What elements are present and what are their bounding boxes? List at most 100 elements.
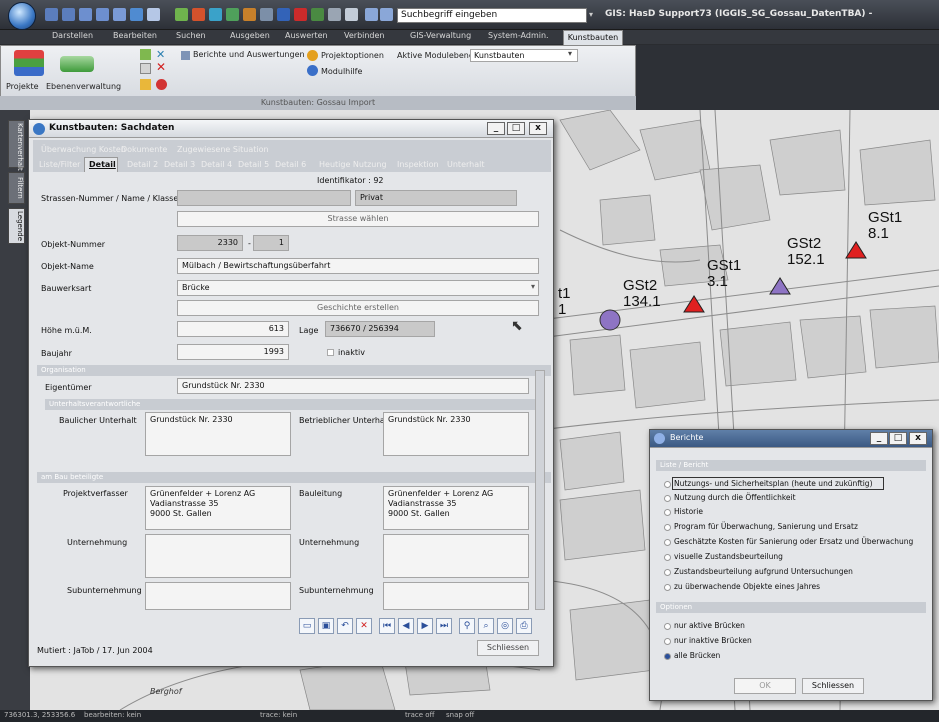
- berichte-ok-button[interactable]: OK: [734, 678, 796, 694]
- close-window-button[interactable]: Schliessen: [477, 640, 539, 656]
- next-record-icon[interactable]: ▶: [417, 618, 433, 634]
- print-icon[interactable]: [192, 8, 205, 21]
- menu-ausgeben[interactable]: Ausgeben: [230, 31, 270, 40]
- tab-legende[interactable]: Legende: [8, 208, 25, 244]
- tab-filtern[interactable]: Filtern: [8, 172, 25, 204]
- menu-suchen[interactable]: Suchen: [176, 31, 206, 40]
- new-record-icon[interactable]: ▭: [299, 618, 315, 634]
- reports-icon[interactable]: [181, 51, 190, 60]
- export-icon[interactable]: [311, 8, 324, 21]
- contractor-field[interactable]: [145, 534, 291, 578]
- street-class-field[interactable]: Privat: [355, 190, 517, 206]
- filter-icon[interactable]: [243, 8, 256, 21]
- wrench-icon[interactable]: [140, 49, 151, 60]
- tab-detail-4[interactable]: Detail 4: [201, 160, 232, 169]
- author-field[interactable]: Grünenfelder + Lorenz AG Vadianstrasse 3…: [145, 486, 291, 530]
- tab-kartenverhalt[interactable]: Kartenverhalt: [8, 120, 25, 171]
- cancel-icon[interactable]: [156, 79, 167, 90]
- zoom-out-icon[interactable]: [96, 8, 109, 21]
- app-menu-orb-icon[interactable]: [8, 2, 36, 30]
- map-link-icon[interactable]: ◎: [497, 618, 513, 634]
- delete-icon[interactable]: ✕: [156, 61, 167, 73]
- berichte-minimize-button[interactable]: _: [870, 432, 888, 445]
- berichte-close-icon[interactable]: x: [909, 432, 927, 445]
- site-field[interactable]: Grünenfelder + Lorenz AG Vadianstrasse 3…: [383, 486, 529, 530]
- chevron-down-icon[interactable]: ▾: [568, 49, 572, 58]
- save-record-icon[interactable]: ▣: [318, 618, 334, 634]
- berichte-close-button[interactable]: Schliessen: [802, 678, 864, 694]
- table-icon[interactable]: [260, 8, 273, 21]
- delete-record-icon[interactable]: ✕: [356, 618, 372, 634]
- contractor2-field[interactable]: [383, 534, 529, 578]
- info-icon[interactable]: [277, 8, 290, 21]
- filter-all-bridges[interactable]: alle Brücken: [664, 651, 720, 660]
- berichte-titlebar[interactable]: Berichte _ □ x: [650, 430, 932, 448]
- module-help-button[interactable]: Modulhilfe: [321, 67, 362, 76]
- help-icon[interactable]: [307, 65, 318, 76]
- status-snap-off[interactable]: snap off: [446, 711, 474, 719]
- sachdaten-titlebar[interactable]: Kunstbauten: Sachdaten _ □ x: [29, 120, 553, 138]
- tab-zugewiesene-situation[interactable]: Zugewiesene Situation: [177, 145, 269, 154]
- pointer-tool-icon[interactable]: [62, 8, 75, 21]
- menu-system-admin[interactable]: System-Admin.: [488, 31, 549, 40]
- reports-button[interactable]: Berichte und Auswertungen: [193, 50, 305, 59]
- back-icon[interactable]: [365, 8, 378, 21]
- project-options-button[interactable]: Projektoptionen: [321, 51, 384, 60]
- report-option-1[interactable]: Nutzungs- und Sicherheitsplan (heute und…: [664, 479, 873, 488]
- tools-icon[interactable]: ✕: [156, 49, 167, 60]
- search-input[interactable]: Suchbegriff eingeben: [397, 8, 587, 23]
- last-record-icon[interactable]: ⏭: [436, 618, 452, 634]
- globe-icon[interactable]: [209, 8, 222, 21]
- tab-detail-6[interactable]: Detail 6: [275, 160, 306, 169]
- filter-inactive-bridges[interactable]: nur inaktive Brücken: [664, 636, 752, 645]
- type-select[interactable]: Brücke: [177, 280, 539, 296]
- report-option-2[interactable]: Nutzung durch die Öffentlichkeit: [664, 493, 796, 502]
- owner-field[interactable]: Grundstück Nr. 2330: [177, 378, 529, 394]
- tab-ueberwachung-kosten[interactable]: Überwachung Kosten: [41, 145, 126, 154]
- undo-icon[interactable]: ↶: [337, 618, 353, 634]
- projects-label[interactable]: Projekte: [6, 82, 39, 91]
- pan-icon[interactable]: [113, 8, 126, 21]
- tab-detail-2[interactable]: Detail 2: [127, 160, 158, 169]
- first-record-icon[interactable]: ⏮: [379, 618, 395, 634]
- save-icon[interactable]: [328, 8, 341, 21]
- layers-icon[interactable]: [60, 56, 94, 72]
- inactive-checkbox[interactable]: [327, 349, 334, 356]
- report-option-6[interactable]: visuelle Zustandsbeurteilung: [664, 552, 783, 561]
- tab-detail[interactable]: Detail: [89, 160, 116, 169]
- refresh-icon[interactable]: [130, 8, 143, 21]
- type-dropdown-icon[interactable]: ▾: [531, 282, 535, 291]
- status-trace-off[interactable]: trace off: [405, 711, 434, 719]
- print-record-icon[interactable]: ⎙: [516, 618, 532, 634]
- height-field[interactable]: 613: [177, 321, 289, 337]
- structural-field[interactable]: Grundstück Nr. 2330: [145, 412, 291, 456]
- operational-field[interactable]: Grundstück Nr. 2330: [383, 412, 529, 456]
- select-tool-icon[interactable]: [45, 8, 58, 21]
- layer-icon[interactable]: [226, 8, 239, 21]
- forward-icon[interactable]: [380, 8, 393, 21]
- tab-unterhalt[interactable]: Unterhalt: [447, 160, 484, 169]
- objnum-sub-field[interactable]: 1: [253, 235, 289, 251]
- report-option-7[interactable]: Zustandsbeurteilung aufgrund Untersuchun…: [664, 567, 853, 576]
- year-field[interactable]: 1993: [177, 344, 289, 360]
- close-button[interactable]: x: [529, 122, 547, 135]
- maximize-button[interactable]: □: [507, 122, 525, 135]
- search-record-icon[interactable]: ⌕: [478, 618, 494, 634]
- search-dropdown-icon[interactable]: ▾: [589, 10, 597, 19]
- menu-bearbeiten[interactable]: Bearbeiten: [113, 31, 157, 40]
- objnum-field[interactable]: 2330: [177, 235, 243, 251]
- report-option-3[interactable]: Historie: [664, 507, 703, 516]
- tab-liste-filter[interactable]: Liste/Filter: [39, 160, 80, 169]
- project-options-icon[interactable]: [307, 50, 318, 61]
- objname-field[interactable]: Mülbach / Bewirtschaftungsüberfahrt: [177, 258, 539, 274]
- sub-field[interactable]: [145, 582, 291, 610]
- filter-active-bridges[interactable]: nur aktive Brücken: [664, 621, 745, 630]
- measure-icon[interactable]: [175, 8, 188, 21]
- berichte-maximize-button[interactable]: □: [889, 432, 907, 445]
- tab-kunstbauten[interactable]: Kunstbauten: [563, 30, 623, 45]
- report-option-4[interactable]: Program für Überwachung, Sanierung und E…: [664, 522, 858, 531]
- history-button[interactable]: Geschichte erstellen: [177, 300, 539, 316]
- menu-darstellen[interactable]: Darstellen: [52, 31, 93, 40]
- sub2-field[interactable]: [383, 582, 529, 610]
- tab-dokumente[interactable]: Dokumente: [121, 145, 167, 154]
